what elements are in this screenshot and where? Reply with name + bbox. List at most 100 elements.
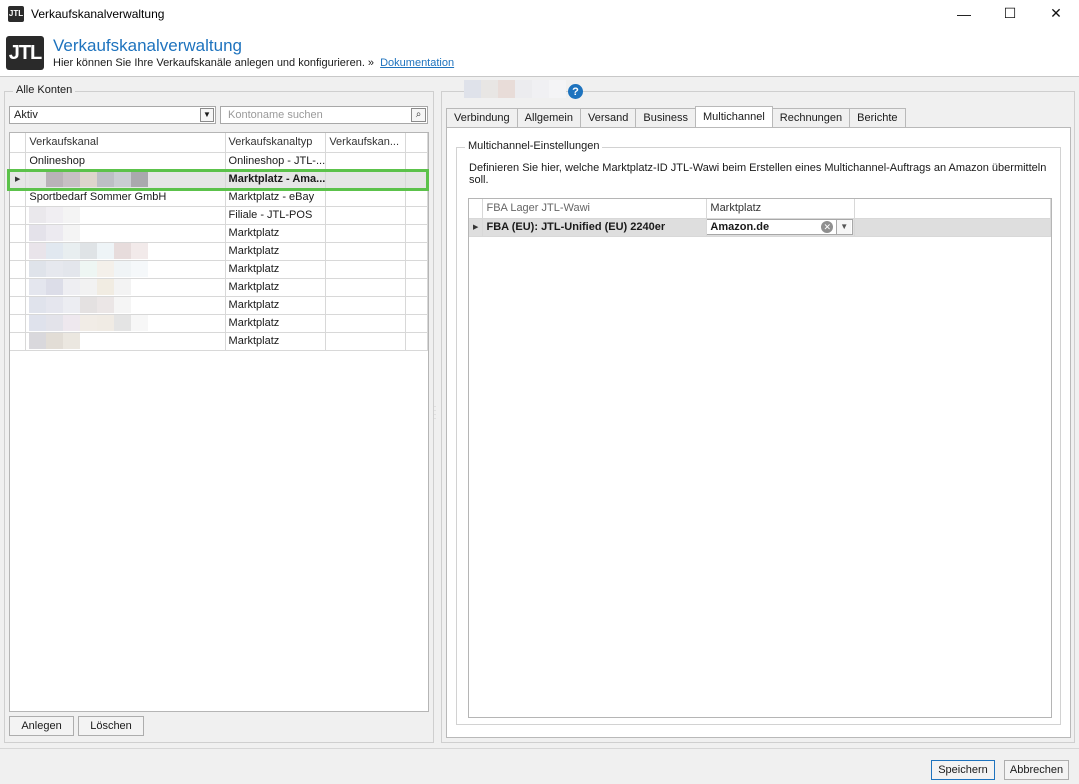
tab-business[interactable]: Business <box>635 108 696 127</box>
cell-type: Marktplatz - eBay <box>225 188 327 207</box>
status-filter-select[interactable]: Aktiv ▼ <box>9 106 216 124</box>
table-row-selected[interactable]: ▶ Marktplatz - Ama... <box>10 170 428 189</box>
multichannel-description: Definieren Sie hier, welche Marktplatz-I… <box>469 162 1047 186</box>
table-row-selected[interactable]: ▶ FBA (EU): JTL-Unified (EU) 2240er Amaz… <box>469 218 1051 237</box>
accounts-group-title: Alle Konten <box>13 84 76 96</box>
redacted-text <box>29 225 224 241</box>
cell-type: Marktplatz <box>225 278 327 297</box>
maximize-icon[interactable]: ☐ <box>987 0 1033 27</box>
tab-allgemein[interactable]: Allgemein <box>516 108 581 127</box>
column-header-channel[interactable]: Verkaufskanal <box>25 133 226 153</box>
cell-type: Marktplatz <box>225 314 327 333</box>
cell-channel: Onlineshop <box>25 152 226 171</box>
table-row[interactable]: Marktplatz <box>10 278 428 297</box>
table-row[interactable]: Sportbedarf Sommer GmbH Marktplatz - eBa… <box>10 188 428 207</box>
cell-extra <box>325 188 407 207</box>
cell-type: Marktplatz <box>225 260 327 279</box>
redacted-text <box>29 261 224 277</box>
table-row[interactable]: Filiale - JTL-POS <box>10 206 428 225</box>
table-row[interactable]: Marktplatz <box>10 242 428 261</box>
window-titlebar: JTL Verkaufskanalverwaltung — ☐ ✕ <box>0 0 1079 27</box>
cell-marketplace[interactable]: Amazon.de ✕ ▼ <box>706 218 856 237</box>
column-header-marketplace[interactable]: Marktplatz <box>706 199 856 219</box>
tab-bar: Verbindung Allgemein Versand Business Mu… <box>446 106 906 127</box>
multichannel-settings-group: Multichannel-Einstellungen Definieren Si… <box>456 140 1061 725</box>
table-row[interactable]: Marktplatz <box>10 296 428 315</box>
cell-channel-redacted <box>25 260 226 279</box>
redacted-text <box>29 207 224 223</box>
cell-channel-redacted <box>25 332 226 351</box>
cell-channel-redacted <box>25 278 226 297</box>
table-row[interactable]: Marktplatz <box>10 224 428 243</box>
tab-multichannel[interactable]: Multichannel <box>695 106 773 127</box>
save-button[interactable]: Speichern <box>931 760 995 780</box>
tab-verbindung[interactable]: Verbindung <box>446 108 518 127</box>
row-pointer-icon: ▶ <box>469 218 484 237</box>
delete-account-button[interactable]: Löschen <box>78 716 144 736</box>
account-search-input[interactable]: Kontoname suchen ⌕ <box>220 106 428 124</box>
page-title: Verkaufskanalverwaltung <box>53 36 243 55</box>
window-title: Verkaufskanalverwaltung <box>31 6 165 21</box>
tab-rechnungen[interactable]: Rechnungen <box>771 108 851 127</box>
table-row[interactable]: Marktplatz <box>10 260 428 279</box>
cell-extra <box>325 170 407 189</box>
minimize-icon[interactable]: — <box>941 0 987 27</box>
column-header-type[interactable]: Verkaufskanaltyp <box>225 133 327 153</box>
accounts-table: Verkaufskanal Verkaufskanaltyp Verkaufsk… <box>9 132 429 712</box>
table-row[interactable]: Marktplatz <box>10 332 428 351</box>
documentation-link[interactable]: Dokumentation <box>380 57 454 69</box>
redacted-text <box>29 279 224 295</box>
cell-type: Marktplatz <box>225 332 327 351</box>
redacted-text <box>29 297 224 313</box>
marketplace-value: Amazon.de <box>710 221 770 233</box>
page-header: JTL Verkaufskanalverwaltung Hier können … <box>0 27 1079 77</box>
tab-versand[interactable]: Versand <box>579 108 637 127</box>
close-icon[interactable]: ✕ <box>1033 0 1079 27</box>
chevron-down-icon[interactable]: ▼ <box>836 220 852 234</box>
window-controls: — ☐ ✕ <box>941 0 1079 27</box>
marketplace-select[interactable]: Amazon.de ✕ ▼ <box>706 219 854 235</box>
accounts-group: Alle Konten Aktiv ▼ Kontoname suchen ⌕ V… <box>4 84 434 743</box>
redacted-text <box>29 243 224 259</box>
cancel-button[interactable]: Abbrechen <box>1004 760 1069 780</box>
selected-account-name-redacted <box>464 80 566 98</box>
cell-type: Onlineshop - JTL-... <box>225 152 327 171</box>
column-header-filler <box>405 133 428 153</box>
search-icon[interactable]: ⌕ <box>411 108 426 122</box>
cell-channel-redacted <box>25 242 226 261</box>
table-header-row: FBA Lager JTL-Wawi Marktplatz <box>469 199 1051 219</box>
cell-channel-redacted <box>25 224 226 243</box>
cell-warehouse: FBA (EU): JTL-Unified (EU) 2240er <box>482 218 708 237</box>
cell-type: Filiale - JTL-POS <box>225 206 327 225</box>
row-indicator-header <box>10 133 27 153</box>
status-filter-value: Aktiv <box>14 109 38 121</box>
subtitle-text: Hier können Sie Ihre Verkaufskanäle anle… <box>53 57 375 69</box>
app-icon: JTL <box>8 5 24 22</box>
row-indicator <box>10 152 27 171</box>
row-pointer-icon: ▶ <box>10 170 27 189</box>
add-account-button[interactable]: Anlegen <box>9 716 74 736</box>
redacted-text <box>29 333 224 349</box>
page-subtitle: Hier können Sie Ihre Verkaufskanäle anle… <box>53 57 454 69</box>
clear-icon[interactable]: ✕ <box>821 221 834 233</box>
column-header-extra[interactable]: Verkaufskan... <box>325 133 407 153</box>
multichannel-group-title: Multichannel-Einstellungen <box>465 140 603 152</box>
tab-berichte[interactable]: Berichte <box>849 108 906 127</box>
help-icon[interactable]: ? <box>568 84 583 99</box>
cell-extra <box>325 152 407 171</box>
cell-type: Marktplatz <box>225 296 327 315</box>
cell-type: Marktplatz <box>225 224 327 243</box>
cell-type: Marktplatz <box>225 242 327 261</box>
cell-channel: Sportbedarf Sommer GmbH <box>25 188 226 207</box>
redacted-text <box>29 171 224 187</box>
multichannel-table: FBA Lager JTL-Wawi Marktplatz ▶ FBA (EU)… <box>468 198 1052 718</box>
table-header-row: Verkaufskanal Verkaufskanaltyp Verkaufsk… <box>10 133 428 153</box>
cell-type: Marktplatz - Ama... <box>225 170 327 189</box>
table-row[interactable]: Onlineshop Onlineshop - JTL-... <box>10 152 428 171</box>
table-row[interactable]: Marktplatz <box>10 314 428 333</box>
chevron-down-icon[interactable]: ▼ <box>200 108 214 122</box>
column-header-warehouse[interactable]: FBA Lager JTL-Wawi <box>482 199 708 219</box>
splitter-handle[interactable]: · · · · <box>434 404 438 422</box>
search-placeholder: Kontoname suchen <box>228 109 323 121</box>
jtl-logo: JTL <box>6 36 44 70</box>
